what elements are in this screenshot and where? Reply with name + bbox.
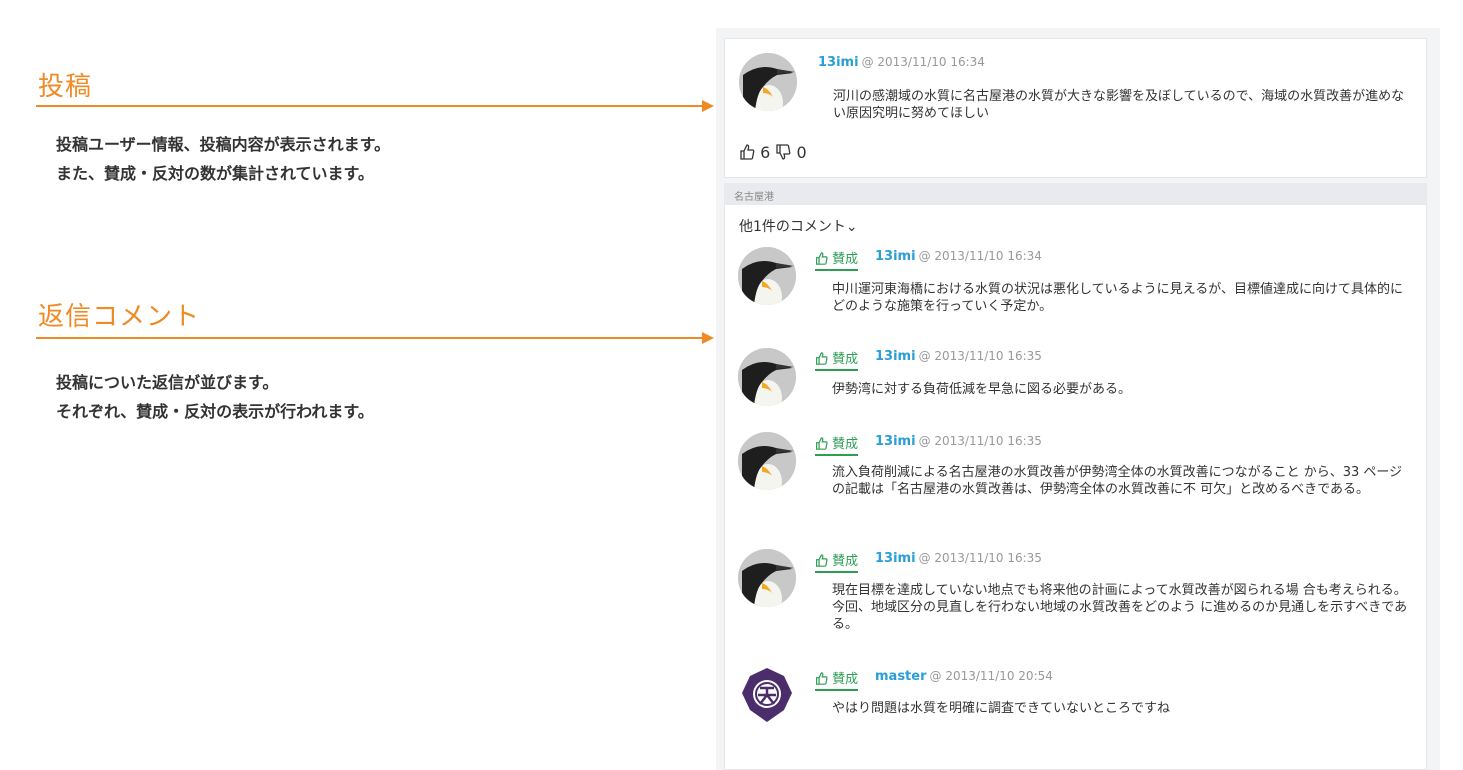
reply-annotation-title: 返信コメント bbox=[38, 302, 201, 332]
thumbs-up-icon bbox=[816, 252, 828, 265]
agree-badge: 賛成 bbox=[815, 433, 859, 456]
post-username[interactable]: 13imi bbox=[818, 55, 859, 70]
comment-timestamp: @ 2013/11/10 20:54 bbox=[929, 669, 1053, 683]
comment-meta: 13imi @ 2013/11/10 16:35 bbox=[875, 434, 1042, 449]
avatar[interactable] bbox=[738, 549, 796, 607]
comment-timestamp: @ 2013/11/10 16:35 bbox=[918, 551, 1042, 565]
post-meta: 13imi @ 2013/11/10 16:34 bbox=[818, 55, 985, 70]
comment-body: 現在目標を達成していない地点でも将来他の計画によって水質改善が図られる場 合も考… bbox=[832, 583, 1408, 632]
comment-body: やはり問題は水質を明確に調査できていないところですね bbox=[832, 701, 1171, 716]
arrow-right-icon bbox=[702, 100, 714, 112]
agree-badge: 賛成 bbox=[815, 248, 859, 271]
more-comments-link[interactable]: 他1件のコメント⌄ bbox=[739, 216, 858, 236]
post-body: 河川の感潮域の水質に名古屋港の水質が大きな影響を及ぼしているので、海域の水質改善… bbox=[833, 89, 1405, 121]
comment-meta: 13imi @ 2013/11/10 16:35 bbox=[875, 349, 1042, 364]
comment-timestamp: @ 2013/11/10 16:35 bbox=[918, 434, 1042, 448]
post-annotation-line bbox=[36, 105, 702, 107]
thumbs-up-icon bbox=[816, 672, 828, 685]
reply-annotation-line bbox=[36, 337, 702, 339]
post-timestamp: @ 2013/11/10 16:34 bbox=[861, 55, 985, 69]
comment-username[interactable]: 13imi bbox=[875, 434, 916, 449]
comment-body: 流入負荷削減による名古屋港の水質改善が伊勢湾全体の水質改善につながること から、… bbox=[832, 465, 1403, 497]
avatar[interactable] bbox=[738, 348, 796, 406]
comment-timestamp: @ 2013/11/10 16:35 bbox=[918, 349, 1042, 363]
comment-body: 中川運河東海橋における水質の状況は悪化しているように見えるが、目標値達成に向けて… bbox=[832, 282, 1403, 314]
dislike-count: 0 bbox=[796, 143, 807, 162]
agree-badge: 賛成 bbox=[815, 348, 859, 371]
thumbs-up-icon bbox=[816, 352, 828, 365]
vote-counts: 6 0 bbox=[739, 143, 807, 164]
section-label: 名古屋港 bbox=[724, 183, 1427, 205]
post-annotation-desc-2: また、賛成・反対の数が集計されています。 bbox=[56, 164, 374, 183]
post-annotation-desc-1: 投稿ユーザー情報、投稿内容が表示されます。 bbox=[56, 135, 391, 154]
comment-username[interactable]: 13imi bbox=[875, 249, 916, 264]
avatar[interactable] bbox=[738, 666, 796, 724]
reply-annotation-desc-1: 投稿についた返信が並びます。 bbox=[56, 373, 279, 392]
avatar[interactable] bbox=[739, 53, 797, 111]
thumbs-down-icon[interactable] bbox=[775, 144, 791, 164]
like-count: 6 bbox=[760, 143, 771, 162]
comment-meta: 13imi @ 2013/11/10 16:34 bbox=[875, 249, 1042, 264]
thumbs-up-icon[interactable] bbox=[739, 144, 755, 164]
comment-username[interactable]: 13imi bbox=[875, 349, 916, 364]
avatar[interactable] bbox=[738, 432, 796, 490]
comment-username[interactable]: 13imi bbox=[875, 551, 916, 566]
comment-meta: master @ 2013/11/10 20:54 bbox=[875, 669, 1053, 684]
comment-username[interactable]: master bbox=[875, 669, 927, 684]
comment-body: 伊勢湾に対する負荷低減を早急に図る必要がある。 bbox=[832, 382, 1132, 397]
thumbs-up-icon bbox=[816, 437, 828, 450]
comment-meta: 13imi @ 2013/11/10 16:35 bbox=[875, 551, 1042, 566]
avatar[interactable] bbox=[738, 247, 796, 305]
agree-badge: 賛成 bbox=[815, 668, 859, 691]
post-annotation-title: 投稿 bbox=[38, 72, 93, 102]
thumbs-up-icon bbox=[816, 554, 828, 567]
reply-annotation-desc-2: それぞれ、賛成・反対の表示が行われます。 bbox=[56, 402, 374, 421]
post-card: 13imi @ 2013/11/10 16:34 河川の感潮域の水質に名古屋港の水… bbox=[724, 38, 1427, 178]
agree-badge: 賛成 bbox=[815, 550, 859, 573]
comment-timestamp: @ 2013/11/10 16:34 bbox=[918, 249, 1042, 263]
arrow-right-icon bbox=[702, 332, 714, 344]
